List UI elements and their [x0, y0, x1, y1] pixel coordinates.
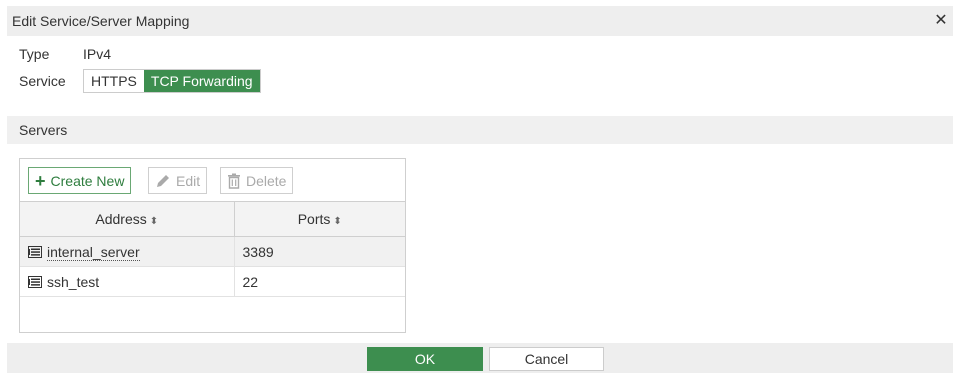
address-cell: internal_server	[20, 236, 235, 267]
column-header-ports[interactable]: Ports ⬍	[234, 201, 405, 237]
servers-panel: + Create New Edit Delete Address ⬍ Ports…	[19, 158, 406, 333]
address-value: ssh_test	[47, 273, 100, 290]
address-cell: ssh_test	[20, 266, 235, 297]
cancel-button[interactable]: Cancel	[489, 347, 604, 371]
servers-section-header: Servers	[7, 116, 953, 144]
address-value[interactable]: internal_server	[47, 243, 140, 261]
table-row[interactable]: internal_server 3389	[20, 236, 405, 267]
create-new-button[interactable]: + Create New	[28, 167, 132, 194]
sort-icon: ⬍	[149, 216, 159, 227]
table-row[interactable]: ssh_test 22	[20, 266, 405, 297]
close-icon[interactable]: ✕	[933, 10, 949, 30]
service-option-tcp-forwarding[interactable]: TCP Forwarding	[143, 70, 260, 92]
plus-icon: +	[35, 170, 46, 191]
servers-section-title: Servers	[19, 122, 68, 138]
servers-toolbar: + Create New Edit Delete	[20, 159, 405, 201]
create-new-label: Create New	[50, 172, 125, 189]
edit-button[interactable]: Edit	[148, 167, 208, 194]
delete-label: Delete	[246, 172, 287, 189]
address-header-label: Address	[95, 211, 147, 227]
service-label: Service	[19, 73, 66, 89]
pencil-icon	[157, 174, 169, 187]
ports-cell: 22	[234, 266, 405, 297]
type-label: Type	[19, 46, 50, 62]
dialog-title: Edit Service/Server Mapping	[12, 13, 190, 29]
column-header-address[interactable]: Address ⬍	[20, 201, 235, 237]
edit-label: Edit	[176, 172, 201, 189]
servers-table: Address ⬍ Ports ⬍ internal_server 3389 s…	[20, 201, 405, 297]
ports-cell: 3389	[234, 236, 405, 267]
sort-icon: ⬍	[333, 216, 342, 227]
server-icon	[28, 245, 42, 258]
service-selector: HTTPS TCP Forwarding	[83, 69, 261, 93]
ok-button[interactable]: OK	[367, 347, 483, 371]
delete-button[interactable]: Delete	[220, 167, 294, 194]
server-icon	[28, 275, 42, 288]
ports-header-label: Ports	[297, 211, 331, 227]
dialog-titlebar: Edit Service/Server Mapping ✕	[7, 6, 953, 36]
type-value: IPv4	[83, 46, 112, 62]
trash-icon	[228, 173, 240, 189]
service-option-https[interactable]: HTTPS	[84, 70, 144, 92]
